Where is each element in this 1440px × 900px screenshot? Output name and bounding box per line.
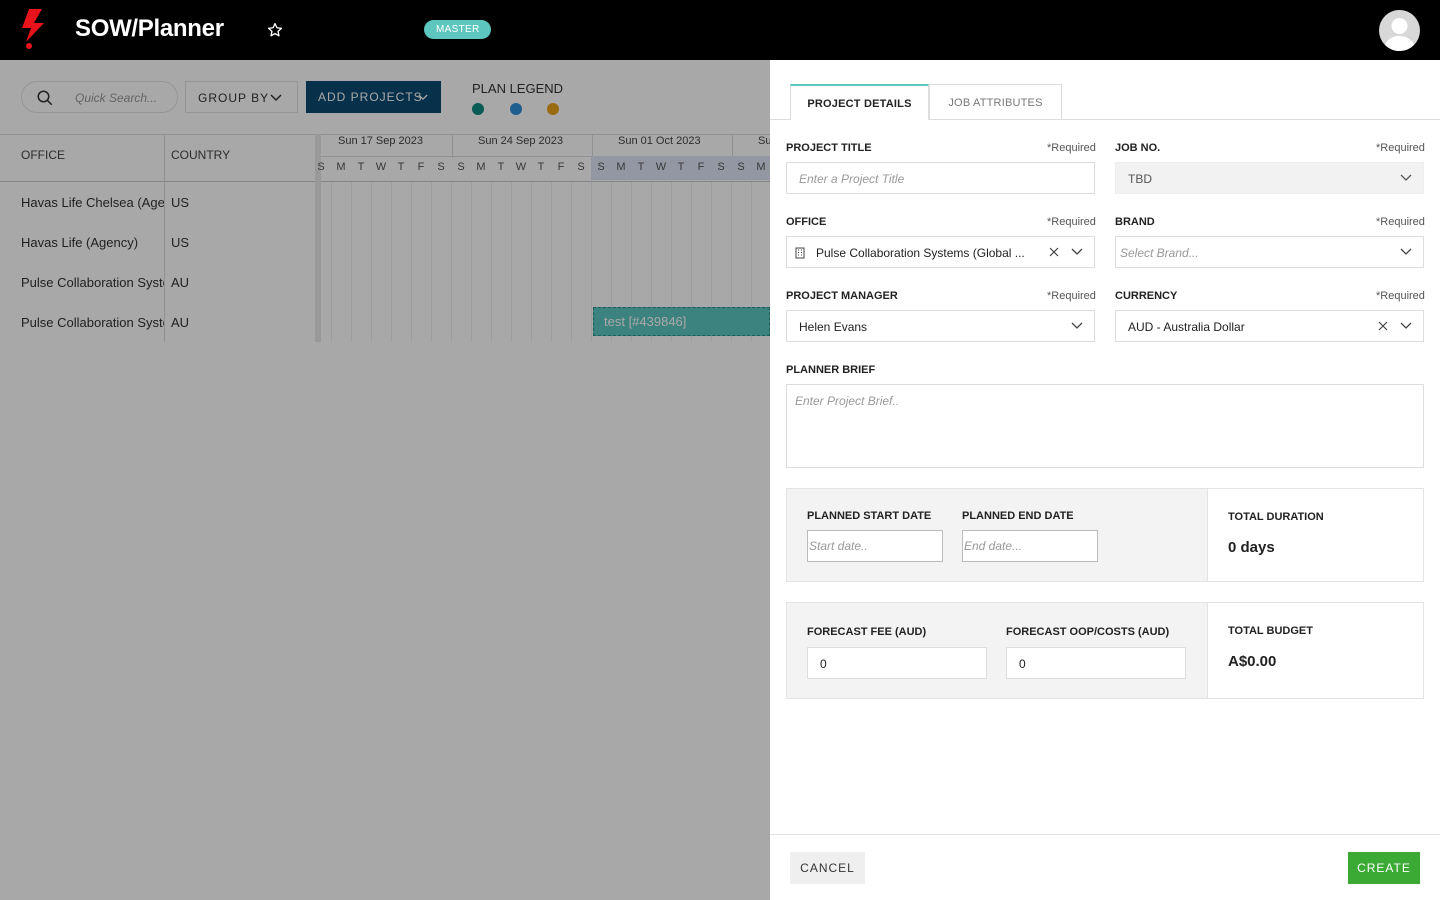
top-bar: SOW/Planner MASTER bbox=[0, 0, 1440, 60]
forecast-oop-label: FORECAST OOP/COSTS (AUD) bbox=[1006, 626, 1170, 638]
job-no-label: JOB NO. bbox=[1115, 142, 1161, 154]
clear-icon[interactable] bbox=[1049, 247, 1059, 257]
chevron-down-icon[interactable] bbox=[1400, 322, 1412, 330]
duration-summary: TOTAL DURATION 0 days bbox=[1207, 489, 1423, 581]
project-title-label: PROJECT TITLE bbox=[786, 142, 872, 154]
planned-start-date-label: PLANNED START DATE bbox=[807, 510, 932, 522]
forecast-fee-input[interactable]: 0 bbox=[807, 647, 987, 679]
dates-panel: PLANNED START DATE Start date.. PLANNED … bbox=[786, 488, 1424, 582]
currency-value: AUD - Australia Dollar bbox=[1128, 320, 1245, 334]
job-no-select: TBD bbox=[1115, 162, 1424, 194]
chevron-down-icon[interactable] bbox=[1071, 248, 1083, 256]
office-select[interactable]: Pulse Collaboration Systems (Global ... bbox=[786, 236, 1095, 268]
project-manager-select[interactable]: Helen Evans bbox=[786, 310, 1095, 342]
chevron-down-icon bbox=[1400, 174, 1412, 181]
forecast-fee-label: FORECAST FEE (AUD) bbox=[807, 626, 927, 638]
app-title: SOW/Planner bbox=[75, 15, 224, 42]
master-badge: MASTER bbox=[424, 20, 492, 39]
planned-end-date-label: PLANNED END DATE bbox=[962, 510, 1074, 522]
office-value: Pulse Collaboration Systems (Global ... bbox=[816, 246, 1025, 260]
planner-brief-textarea[interactable]: Enter Project Brief.. bbox=[786, 384, 1424, 468]
tab-job-attributes[interactable]: JOB ATTRIBUTES bbox=[929, 84, 1062, 120]
project-manager-label: PROJECT MANAGER bbox=[786, 290, 898, 302]
chevron-down-icon[interactable] bbox=[1400, 248, 1412, 256]
total-budget-label: TOTAL BUDGET bbox=[1228, 625, 1313, 637]
favorite-star-icon[interactable] bbox=[266, 21, 284, 44]
modal-overlay[interactable] bbox=[0, 60, 770, 900]
project-manager-value: Helen Evans bbox=[799, 320, 868, 334]
cancel-button[interactable]: CANCEL bbox=[790, 852, 865, 884]
required-hint: *Required bbox=[1047, 290, 1096, 302]
chevron-down-icon[interactable] bbox=[1071, 322, 1083, 330]
app-logo-icon[interactable] bbox=[20, 9, 46, 54]
budget-panel: FORECAST FEE (AUD) 0 FORECAST OOP/COSTS … bbox=[786, 602, 1424, 699]
total-duration-value: 0 days bbox=[1228, 539, 1275, 556]
user-avatar[interactable] bbox=[1379, 10, 1420, 51]
brand-label: BRAND bbox=[1115, 216, 1155, 228]
project-title-input[interactable]: Enter a Project Title bbox=[786, 162, 1095, 194]
clear-icon[interactable] bbox=[1378, 321, 1388, 331]
tab-project-details[interactable]: PROJECT DETAILS bbox=[790, 84, 929, 120]
budget-summary: TOTAL BUDGET A$0.00 bbox=[1207, 603, 1423, 698]
create-button[interactable]: CREATE bbox=[1348, 852, 1420, 884]
currency-label: CURRENCY bbox=[1115, 290, 1178, 302]
required-hint: *Required bbox=[1047, 142, 1096, 154]
planner-brief-placeholder: Enter Project Brief.. bbox=[795, 394, 900, 408]
building-icon bbox=[795, 247, 805, 259]
office-label: OFFICE bbox=[786, 216, 827, 228]
required-hint: *Required bbox=[1376, 216, 1425, 228]
footer-divider bbox=[770, 834, 1440, 835]
project-drawer: PROJECT DETAILS JOB ATTRIBUTES PROJECT T… bbox=[770, 60, 1440, 900]
total-duration-label: TOTAL DURATION bbox=[1228, 511, 1324, 523]
planned-start-date-input[interactable]: Start date.. bbox=[807, 530, 943, 562]
job-no-value: TBD bbox=[1128, 172, 1152, 186]
required-hint: *Required bbox=[1047, 216, 1096, 228]
planner-brief-label: PLANNER BRIEF bbox=[786, 364, 876, 376]
project-title-placeholder: Enter a Project Title bbox=[799, 172, 905, 186]
forecast-oop-input[interactable]: 0 bbox=[1006, 647, 1186, 679]
planned-end-date-input[interactable]: End date... bbox=[962, 530, 1098, 562]
required-hint: *Required bbox=[1376, 290, 1425, 302]
currency-select[interactable]: AUD - Australia Dollar bbox=[1115, 310, 1424, 342]
required-hint: *Required bbox=[1376, 142, 1425, 154]
brand-select[interactable]: Select Brand... bbox=[1115, 236, 1424, 268]
brand-placeholder: Select Brand... bbox=[1120, 246, 1199, 260]
total-budget-value: A$0.00 bbox=[1228, 653, 1277, 670]
